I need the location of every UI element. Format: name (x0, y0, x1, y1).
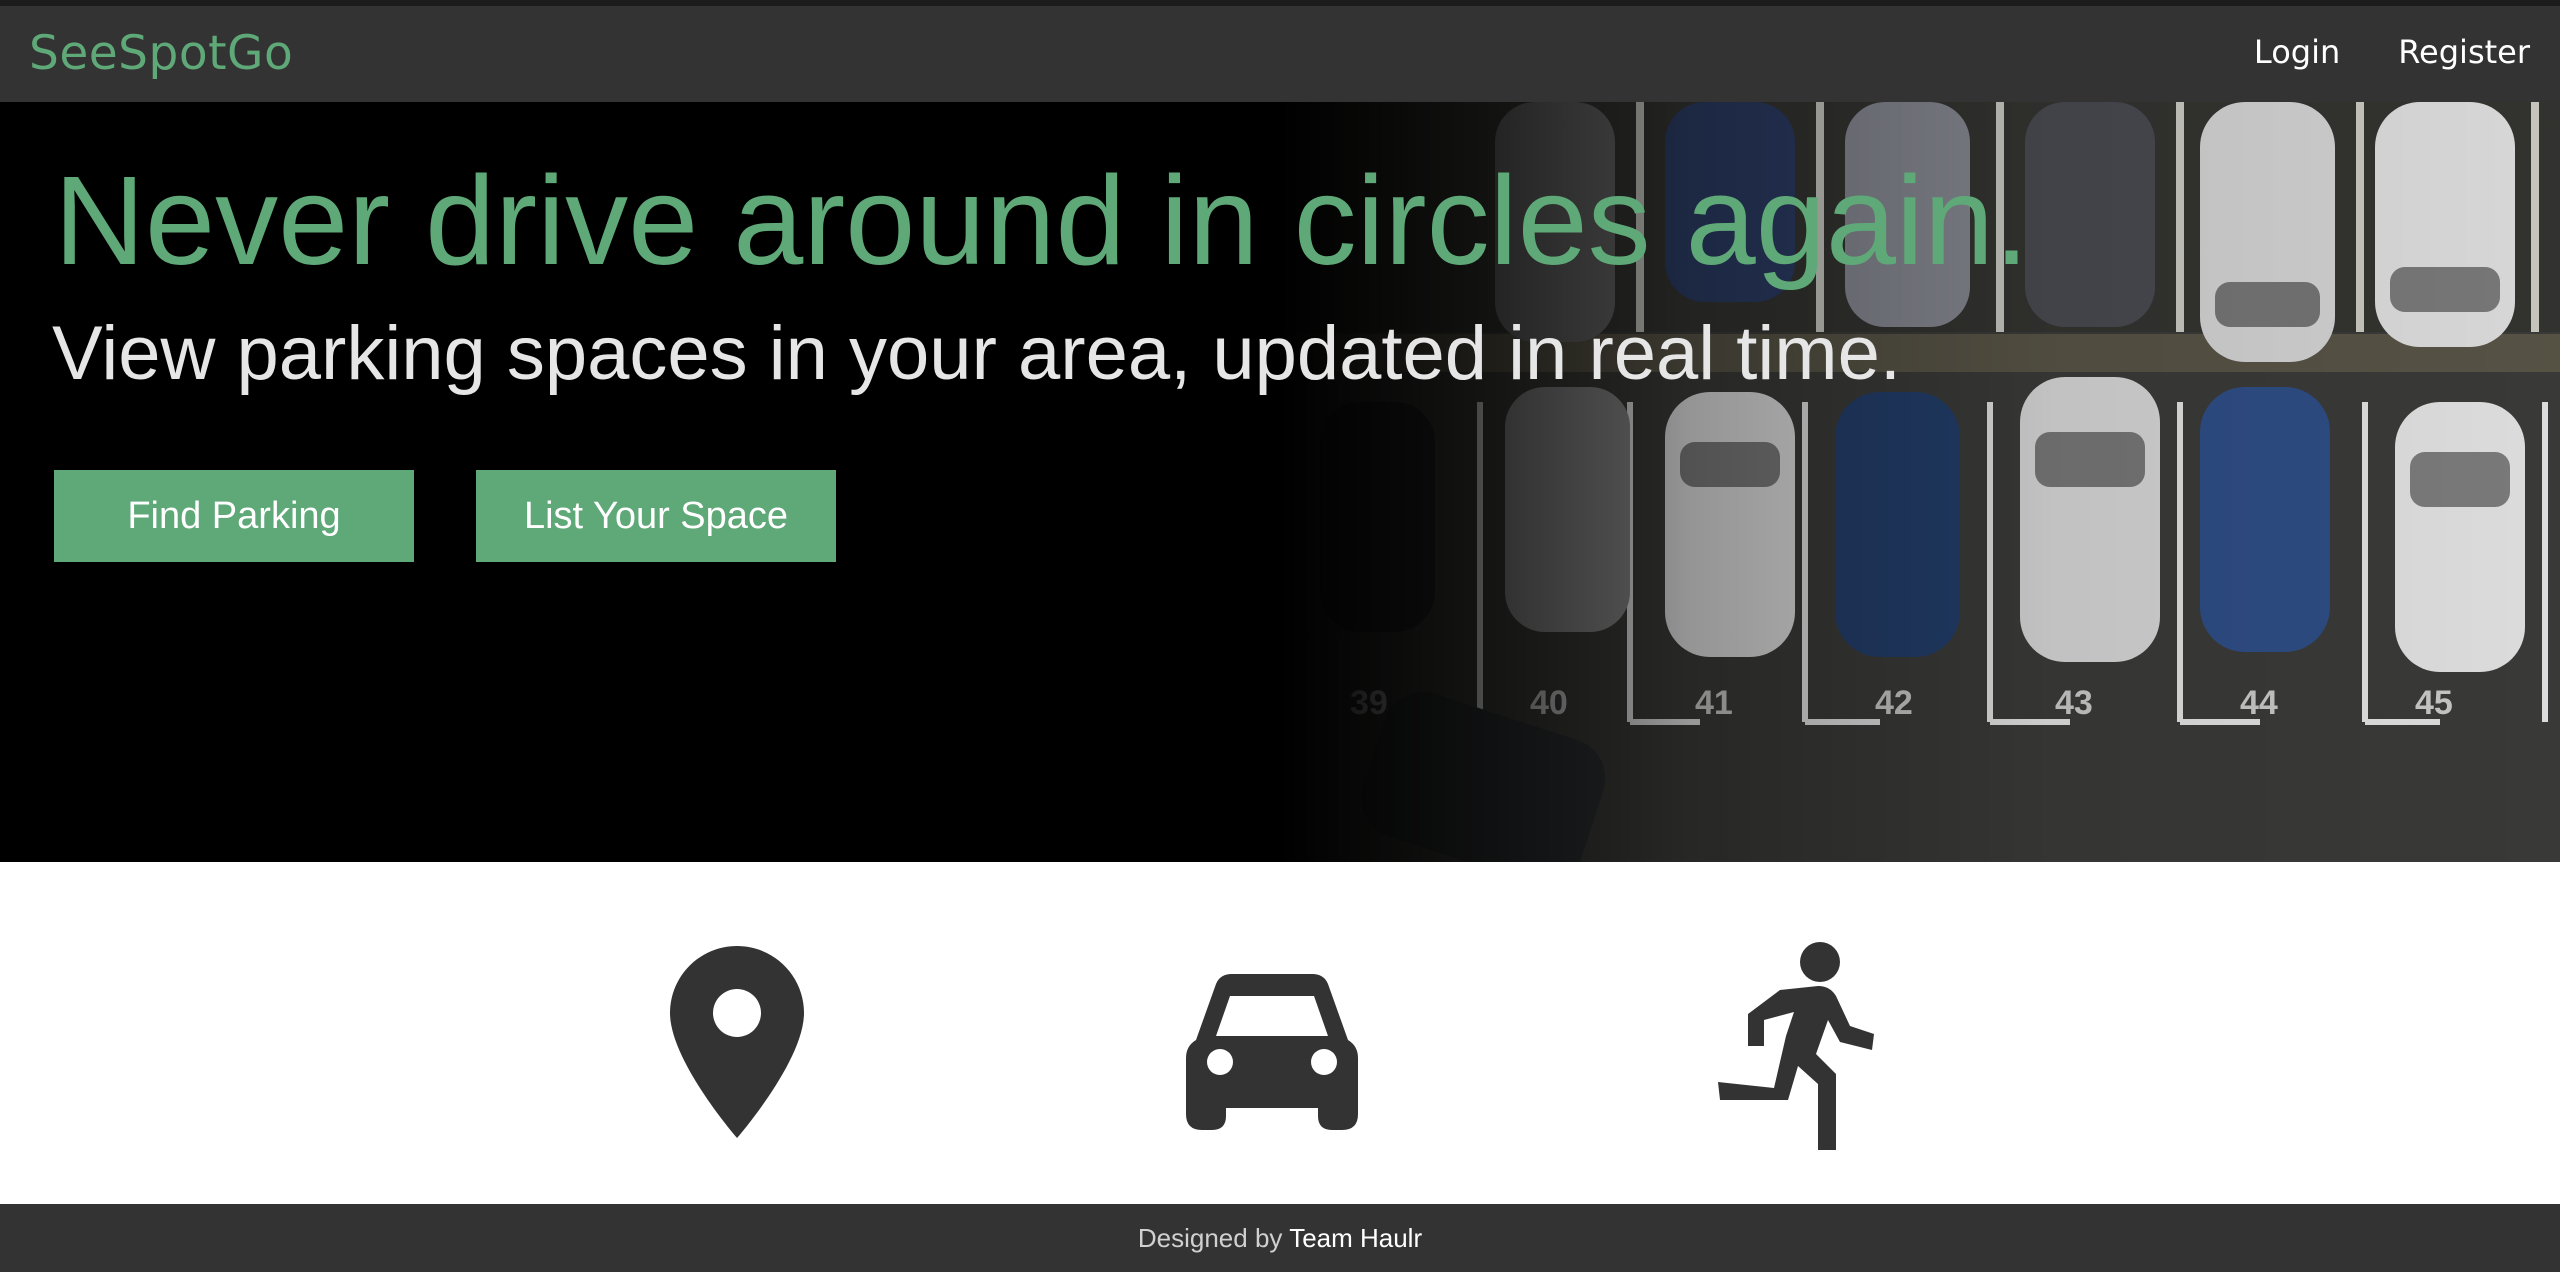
map-pin-icon (670, 946, 804, 1138)
footer: Designed by Team Haulr (0, 1204, 2560, 1272)
list-your-space-button[interactable]: List Your Space (476, 470, 836, 562)
register-link[interactable]: Register (2398, 33, 2530, 71)
walking-person-icon (1718, 942, 1874, 1150)
nav-links: Login Register (2254, 33, 2530, 71)
hero-title: Never drive around in circles again. (54, 150, 2029, 291)
car-icon (1186, 974, 1358, 1130)
hero: 39 40 41 42 43 44 45 Never drive around … (0, 102, 2560, 862)
find-parking-button[interactable]: Find Parking (54, 470, 414, 562)
features-section (0, 862, 2560, 1204)
brand-logo[interactable]: SeeSpotGo (29, 26, 293, 81)
navbar: SeeSpotGo Login Register (0, 6, 2560, 102)
footer-team-name: Team Haulr (1289, 1223, 1423, 1253)
hero-subtitle: View parking spaces in your area, update… (52, 311, 1901, 396)
footer-prefix: Designed by (1137, 1223, 1283, 1253)
login-link[interactable]: Login (2254, 33, 2340, 71)
